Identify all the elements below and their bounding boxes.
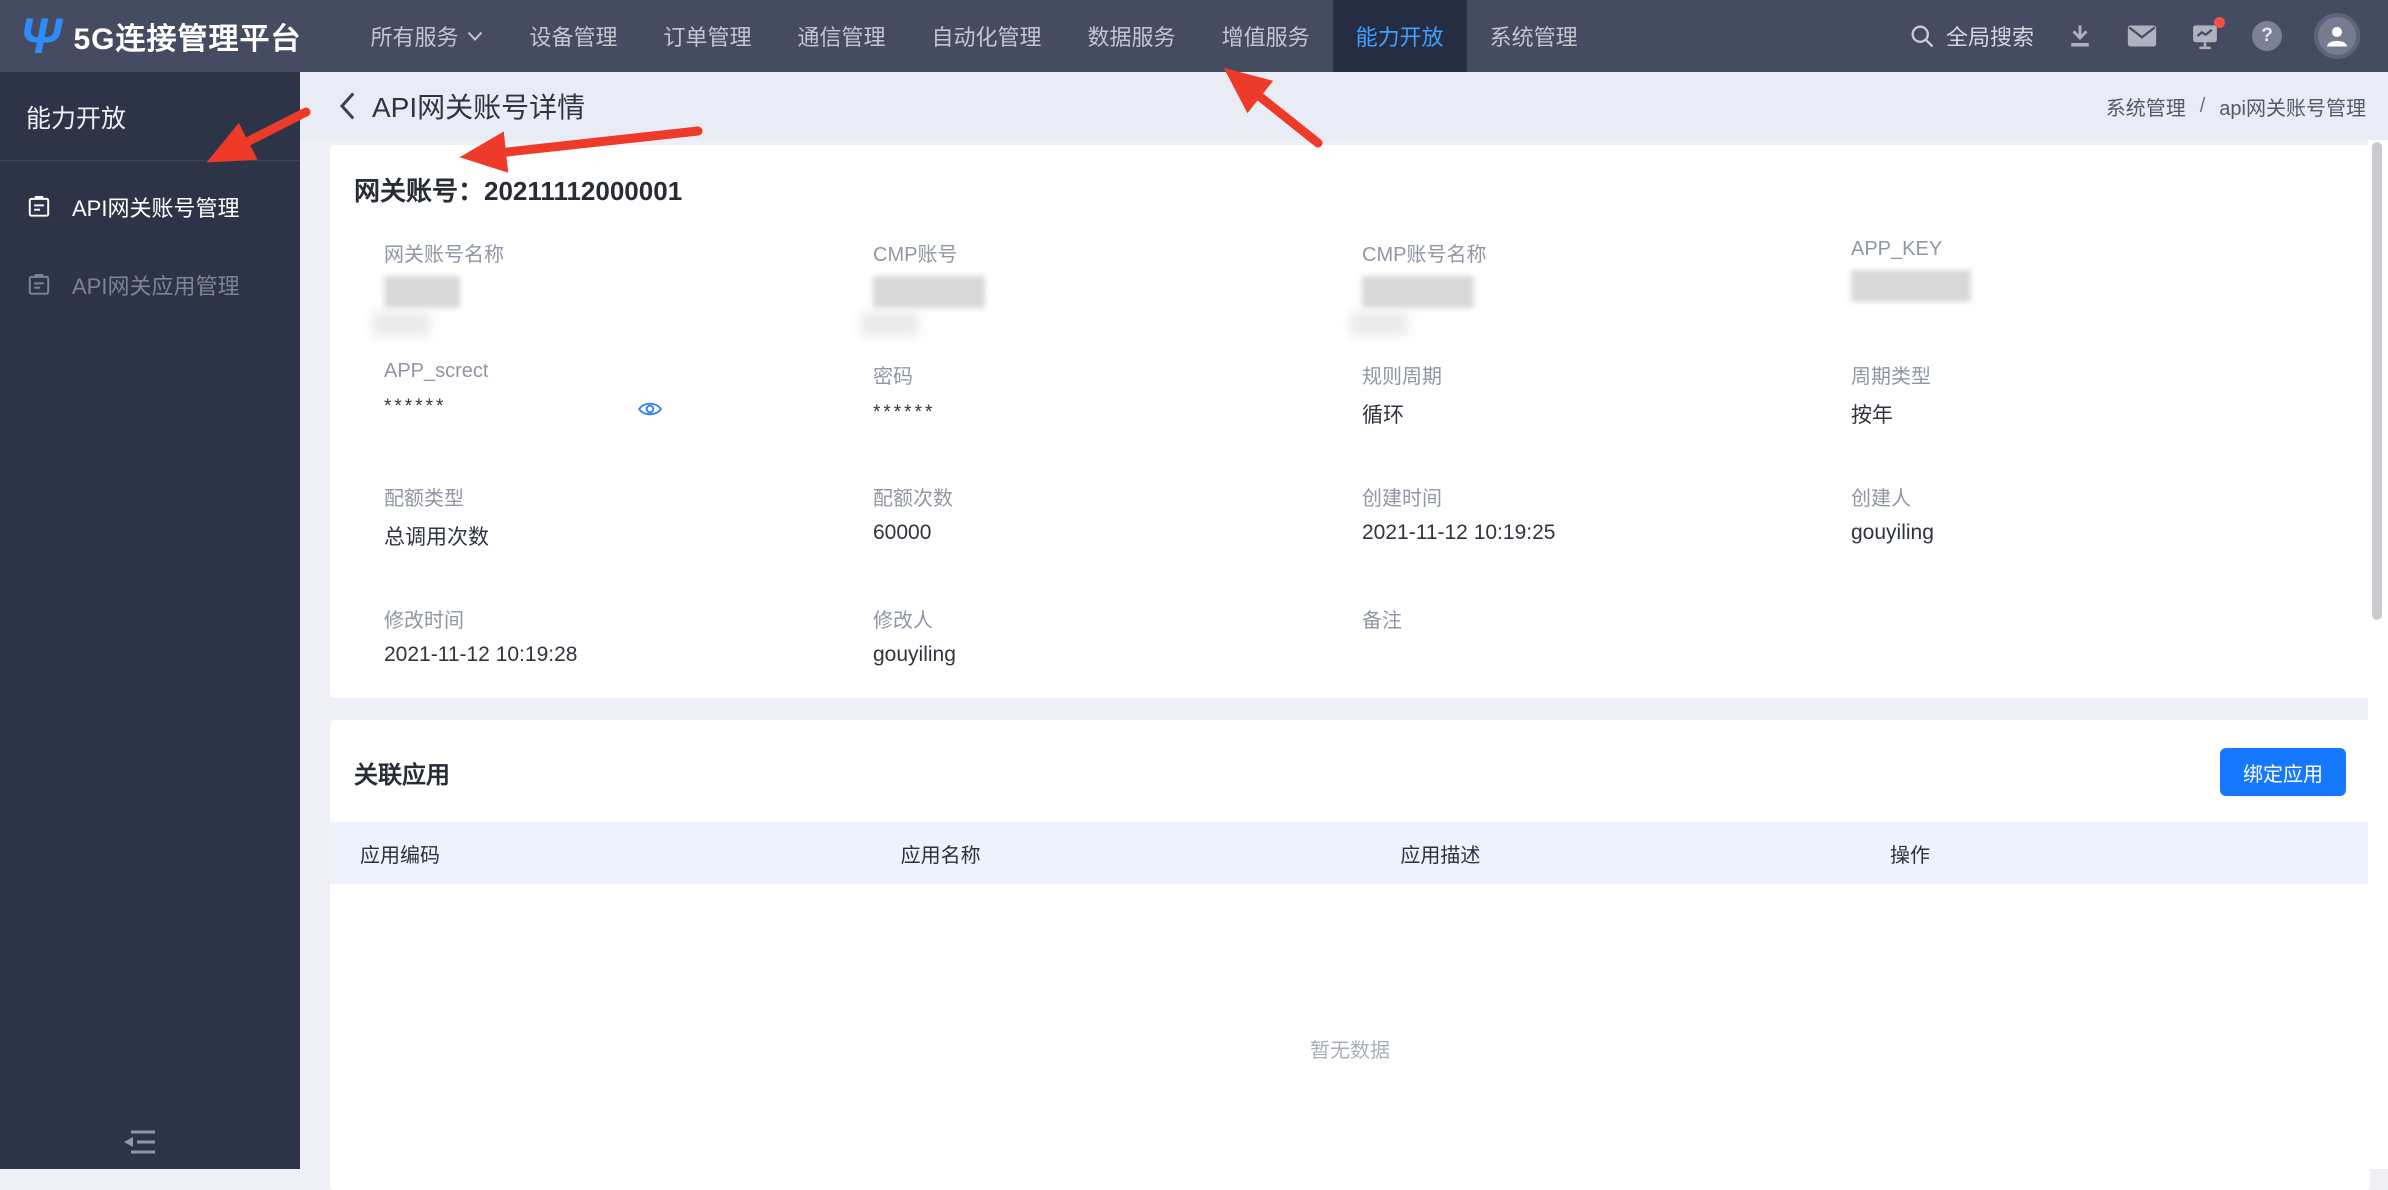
related-apps-header: 关联应用 绑定应用 [330,720,2370,796]
redacted-value [1851,270,1971,302]
navbar-right-cluster: 全局搜索 ? [1908,13,2388,59]
breadcrumb-separator: / [2199,94,2206,117]
search-icon [1908,22,1936,50]
eye-icon[interactable] [637,396,663,422]
breadcrumb-parent[interactable]: 系统管理 [2106,92,2186,121]
sidebar-item-label: API网关应用管理 [72,274,240,299]
gateway-account-label: 网关账号： [354,176,485,206]
column-app-code: 应用编码 [360,844,440,867]
column-app-description: 应用描述 [1400,844,1481,867]
nav-item-capability-open[interactable]: 能力开放 [1332,0,1467,72]
column-app-name: 应用名称 [900,844,981,867]
sidebar-collapse-icon[interactable] [120,1127,158,1157]
field-cycle-type: 周期类型 按年 [1851,366,1931,427]
scrollbar-thumb[interactable] [2372,142,2382,620]
brand-logo-icon: Ψ [20,8,62,64]
nav-item-automation-mgmt[interactable]: 自动化管理 [909,0,1065,72]
nav-item-value-added[interactable]: 增值服务 [1199,0,1333,72]
field-app-secret: APP_screct ****** [384,360,873,482]
sidebar-item-label: API网关账号管理 [72,196,240,221]
gateway-account-value: 20211112000001 [484,176,683,206]
breadcrumb-current[interactable]: api网关账号管理 [2219,92,2366,121]
redacted-smear [372,312,430,336]
nav-item-comm-mgmt[interactable]: 通信管理 [775,0,909,72]
clipboard-list-icon [26,272,52,298]
nav-item-order-mgmt[interactable]: 订单管理 [641,0,775,72]
sidebar-title: 能力开放 [26,105,127,133]
notification-dot [2214,17,2225,28]
field-modifier: 修改人 gouyiling [873,610,956,666]
sidebar-item-api-gateway-account-mgmt[interactable]: API网关账号管理 [0,175,300,239]
user-avatar[interactable] [2314,13,2360,59]
column-actions: 操作 [1889,844,1930,867]
nav-item-all-services[interactable]: 所有服务 [347,0,506,72]
redacted-value [384,276,460,308]
detail-grid: 网关账号名称 CMP账号 CMP账号名称 APP_KEY APP_screct … [330,208,2370,726]
top-navbar: Ψ 5G连接管理平台 所有服务 设备管理 订单管理 通信管理 自动化管理 数据服… [0,0,2388,72]
chevron-down-icon [467,31,483,42]
field-empty [1851,604,2340,726]
redacted-smear [861,312,919,336]
field-cmp-account: CMP账号 [861,238,1362,360]
scrollbar-track[interactable] [2368,140,2388,1169]
redacted-smear [1350,312,1408,336]
global-search[interactable]: 全局搜索 [1908,20,2034,52]
field-cmp-account-name: CMP账号名称 [1350,238,1851,360]
mail-icon[interactable] [2126,23,2158,49]
monitor-report-icon[interactable] [2190,17,2225,51]
field-rule-cycle: 规则周期 循环 [1362,366,1442,427]
nav-item-system-mgmt[interactable]: 系统管理 [1467,0,1601,72]
related-apps-title: 关联应用 [354,761,450,789]
field-create-time: 创建时间 2021-11-12 10:19:25 [1362,488,1556,544]
page-header: API网关账号详情 系统管理 / api网关账号管理 [300,72,2388,140]
sidebar-item-api-gateway-app-mgmt[interactable]: API网关应用管理 [0,253,300,317]
download-icon[interactable] [2066,22,2094,50]
bind-app-button[interactable]: 绑定应用 [2220,748,2346,796]
brand-title: 5G连接管理平台 [73,23,302,56]
help-icon[interactable]: ? [2252,21,2282,51]
field-quota-count: 配额次数 60000 [873,488,953,544]
breadcrumb: 系统管理 / api网关账号管理 [2106,92,2366,121]
redacted-value [873,276,985,308]
page-title: API网关账号详情 [372,92,586,123]
sidebar-divider [0,160,300,161]
field-app-key: APP_KEY [1851,238,2340,360]
brand: Ψ 5G连接管理平台 [0,10,301,62]
back-icon[interactable] [336,91,358,121]
field-gateway-account-name: 网关账号名称 [372,238,873,360]
nav-item-data-service[interactable]: 数据服务 [1065,0,1199,72]
gateway-account-heading: 网关账号：20211112000001 [330,145,2370,208]
nav-menu: 所有服务 设备管理 订单管理 通信管理 自动化管理 数据服务 增值服务 能力开放… [347,0,1600,72]
empty-state-text: 暂无数据 [1310,1040,1390,1062]
gateway-account-detail-card: 网关账号：20211112000001 网关账号名称 CMP账号 CMP账号名称… [330,145,2370,698]
clipboard-list-icon [26,194,52,220]
related-apps-card: 关联应用 绑定应用 应用编码 应用名称 应用描述 操作 暂无数据 [330,720,2370,1190]
field-quota-type: 配额类型 总调用次数 [384,488,489,549]
field-creator: 创建人 gouyiling [1851,488,1934,544]
related-apps-table-header: 应用编码 应用名称 应用描述 操作 [330,822,2370,884]
field-modify-time: 修改时间 2021-11-12 10:19:28 [384,610,578,666]
nav-item-device-mgmt[interactable]: 设备管理 [506,0,640,72]
redacted-value [1362,276,1474,308]
field-password: 密码 ****** [873,366,936,423]
sidebar: 能力开放 API网关账号管理 API网关应用管理 [0,72,300,1169]
field-remark: 备注 [1362,610,1402,632]
